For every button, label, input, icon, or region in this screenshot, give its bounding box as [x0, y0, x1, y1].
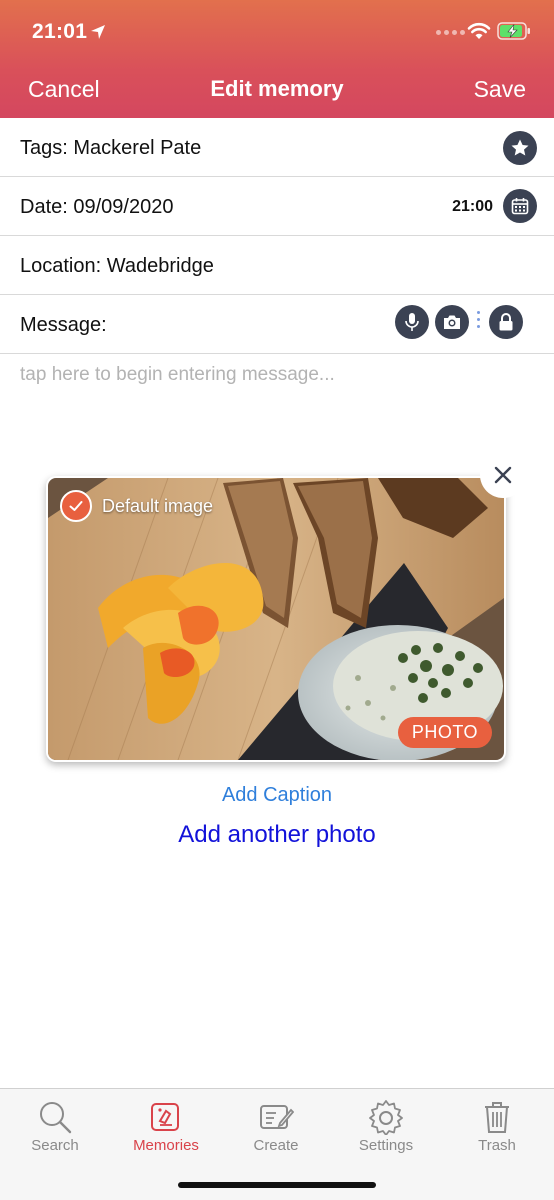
status-time: 21:01	[32, 20, 88, 43]
cellular-signal-icon	[436, 30, 465, 35]
tab-label: Search	[31, 1137, 79, 1154]
favourite-button[interactable]	[503, 131, 537, 165]
date-field: Date: 09/09/2020	[20, 196, 173, 219]
location-field: Location: Wadebridge	[20, 255, 214, 278]
camera-button[interactable]	[435, 305, 469, 339]
message-input[interactable]: tap here to begin entering message...	[20, 364, 335, 386]
location-arrow-icon	[91, 25, 105, 39]
photo-card[interactable]: Default image PHOTO	[46, 476, 506, 762]
tags-value: Mackerel Pate	[73, 137, 202, 159]
message-row: Message:	[0, 295, 554, 354]
tab-label: Create	[253, 1137, 299, 1154]
location-label: Location:	[20, 255, 102, 277]
tags-field: Tags: Mackerel Pate	[20, 137, 201, 160]
settings-icon	[369, 1100, 403, 1135]
date-label: Date:	[20, 196, 68, 218]
default-image-label: Default image	[102, 496, 214, 516]
tags-row[interactable]: Tags: Mackerel Pate	[0, 118, 554, 177]
calendar-button[interactable]	[503, 189, 537, 223]
memory-photo[interactable]: Default image PHOTO	[48, 478, 504, 760]
save-button[interactable]: Save	[474, 76, 526, 103]
trash-icon	[485, 1102, 509, 1133]
checkmark-icon	[69, 501, 83, 511]
status-bar: 21:01	[0, 0, 554, 60]
tab-trash[interactable]: Trash	[442, 1089, 552, 1169]
calendar-icon	[511, 198, 529, 215]
date-value: 09/09/2020	[73, 196, 174, 218]
home-indicator[interactable]	[178, 1182, 376, 1188]
tab-settings[interactable]: Settings	[331, 1089, 441, 1169]
message-label: Message:	[20, 314, 107, 336]
header: 21:01 Cancel Edit memory Save	[0, 0, 554, 118]
battery-charging-icon	[497, 22, 530, 40]
microphone-icon	[405, 313, 419, 331]
tab-label: Trash	[478, 1137, 516, 1154]
star-icon	[511, 139, 529, 156]
add-another-photo-link[interactable]: Add another photo	[0, 821, 554, 849]
time-value[interactable]: 21:00	[452, 198, 493, 216]
wifi-icon	[467, 22, 491, 39]
photo-type-badge: PHOTO	[397, 717, 492, 748]
tab-memories[interactable]: Memories	[111, 1089, 221, 1169]
tab-create[interactable]: Create	[221, 1089, 331, 1169]
voice-input-button[interactable]	[395, 305, 429, 339]
close-icon	[494, 466, 512, 484]
tags-label: Tags:	[20, 137, 68, 159]
location-row[interactable]: Location: Wadebridge	[0, 236, 554, 295]
tab-label: Settings	[358, 1137, 414, 1154]
default-image-checkbox[interactable]	[60, 490, 92, 522]
create-icon	[260, 1105, 294, 1129]
search-icon	[40, 1102, 72, 1134]
lock-icon	[499, 313, 513, 331]
tab-search[interactable]: Search	[0, 1089, 110, 1169]
camera-icon	[444, 315, 460, 329]
memories-icon	[151, 1103, 179, 1131]
date-row[interactable]: Date: 09/09/2020 21:00	[0, 177, 554, 236]
location-value: Wadebridge	[106, 255, 214, 277]
separator-dots	[476, 311, 480, 337]
tab-label: Memories	[133, 1137, 199, 1154]
add-caption-link[interactable]: Add Caption	[0, 784, 554, 807]
page-title: Edit memory	[210, 76, 344, 101]
remove-photo-button[interactable]	[480, 452, 526, 498]
private-lock-button[interactable]	[489, 305, 523, 339]
